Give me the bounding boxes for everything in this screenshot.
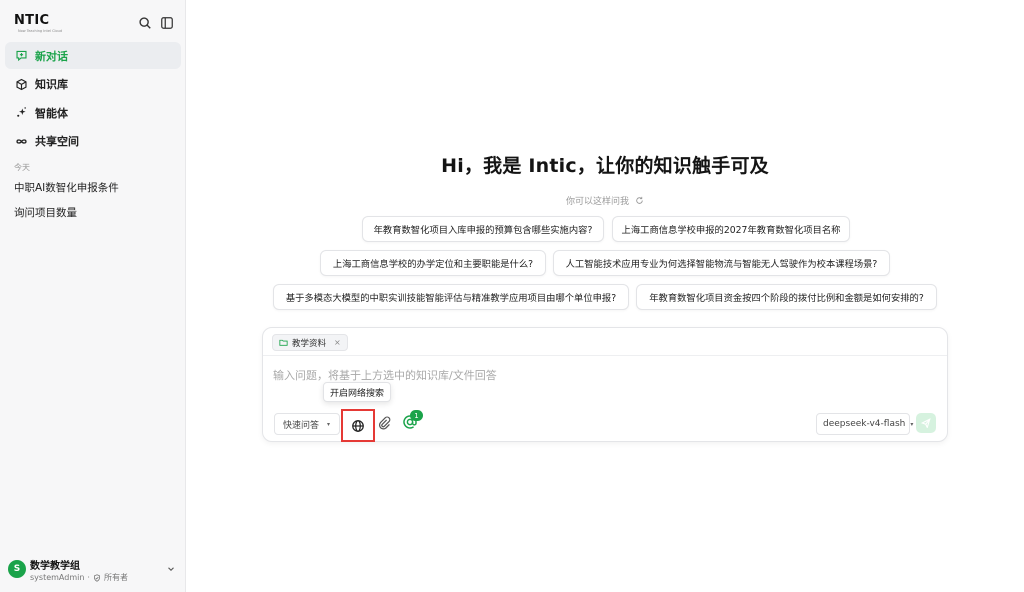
send-button[interactable] <box>916 413 936 433</box>
brand-row: NTIC Now Teaching Intel Cloud <box>14 13 176 37</box>
knowledge-base-tag[interactable]: 教学资料 × <box>272 334 348 351</box>
main-nav: 新对话 知识库 智能体 共享空间 <box>5 42 181 156</box>
nav-label: 智能体 <box>35 106 68 120</box>
history-list: 中职AI数智化申报条件 询问项目数量 <box>5 175 181 225</box>
brand-name: NTIC <box>14 13 50 28</box>
nav-item-agents[interactable]: 智能体 <box>5 99 181 126</box>
nav-label: 新对话 <box>35 49 68 63</box>
tag-remove-button[interactable]: × <box>334 338 341 347</box>
agent-count-badge: 1 <box>410 410 423 421</box>
meta-separator: · <box>87 573 90 582</box>
sidebar-toggle-icon[interactable] <box>160 16 174 30</box>
history-item[interactable]: 中职AI数智化申报条件 <box>5 175 181 200</box>
brand-logo[interactable]: NTIC Now Teaching Intel Cloud <box>14 13 62 34</box>
chat-plus-icon <box>16 50 27 62</box>
web-search-button[interactable] <box>341 409 375 442</box>
shield-icon <box>94 573 100 582</box>
suggestion-chip[interactable]: 基于多模态大模型的中职实训技能智能评估与精准教学应用项目由哪个单位申报? <box>273 284 629 310</box>
suggestion-chip[interactable]: 上海工商信息学校的办学定位和主要职能是什么? <box>320 250 546 276</box>
history-section-label: 今天 <box>14 163 30 172</box>
avatar: S <box>8 560 26 578</box>
user-card[interactable]: S 数学教学组 systemAdmin · 所有者 <box>8 556 178 586</box>
nav-item-shared-space[interactable]: 共享空间 <box>5 128 181 155</box>
infinity-icon <box>16 138 27 144</box>
user-meta: systemAdmin · 所有者 <box>30 572 128 583</box>
send-icon <box>921 418 931 428</box>
user-account: systemAdmin <box>30 573 85 582</box>
nav-label: 共享空间 <box>35 135 79 148</box>
suggestion-hint-text: 你可以这样问我 <box>565 197 629 207</box>
answer-mode-value: 快速问答 <box>283 420 320 431</box>
sidebar: NTIC Now Teaching Intel Cloud 新对话 知识库 智能… <box>0 0 186 592</box>
nav-item-new-chat[interactable]: 新对话 <box>5 42 181 69</box>
caret-down-icon: ▾ <box>910 420 914 428</box>
nav-label: 知识库 <box>35 78 68 91</box>
user-name: 数学教学组 <box>30 561 80 572</box>
nav-item-knowledge-base[interactable]: 知识库 <box>5 71 181 98</box>
suggestion-hint: 你可以这样问我 <box>186 194 1024 207</box>
chevron-down-icon[interactable] <box>166 564 176 574</box>
brand-tagline: Now Teaching Intel Cloud <box>18 29 63 33</box>
suggestion-chip[interactable]: 年教育数智化项目资金按四个阶段的拨付比例和金额是如何安排的? <box>636 284 937 310</box>
suggestion-chip[interactable]: 年教育数智化项目入库申报的预算包含哪些实施内容? <box>362 216 604 242</box>
user-role: 所有者 <box>103 573 128 582</box>
composer-divider <box>263 355 947 356</box>
history-item[interactable]: 询问项目数量 <box>5 200 181 225</box>
web-search-tooltip: 开启网络搜索 <box>323 382 392 402</box>
page-title: Hi，我是 Intic，让你的知识触手可及 <box>441 155 769 177</box>
model-select[interactable]: deepseek-v4-flash ▾ <box>816 413 914 435</box>
suggestion-chip[interactable]: 人工智能技术应用专业为何选择智能物流与智能无人驾驶作为校本课程场景? <box>553 250 890 276</box>
knowledge-base-tag-label: 教学资料 <box>292 338 327 349</box>
sidebar-top-actions <box>138 16 174 30</box>
model-value: deepseek-v4-flash <box>823 419 906 429</box>
answer-mode-select[interactable]: 快速问答 ▾ <box>274 413 340 435</box>
refresh-icon[interactable] <box>635 196 644 205</box>
search-icon[interactable] <box>138 16 152 30</box>
suggestion-chip[interactable]: 上海工商信息学校申报的2027年教育数智化项目名称 <box>612 216 850 242</box>
sparkle-icon <box>17 107 26 117</box>
paperclip-icon[interactable] <box>377 415 391 431</box>
cube-icon <box>16 78 27 90</box>
folder-icon <box>279 339 288 346</box>
globe-icon <box>352 419 364 432</box>
caret-down-icon: ▾ <box>327 420 331 428</box>
